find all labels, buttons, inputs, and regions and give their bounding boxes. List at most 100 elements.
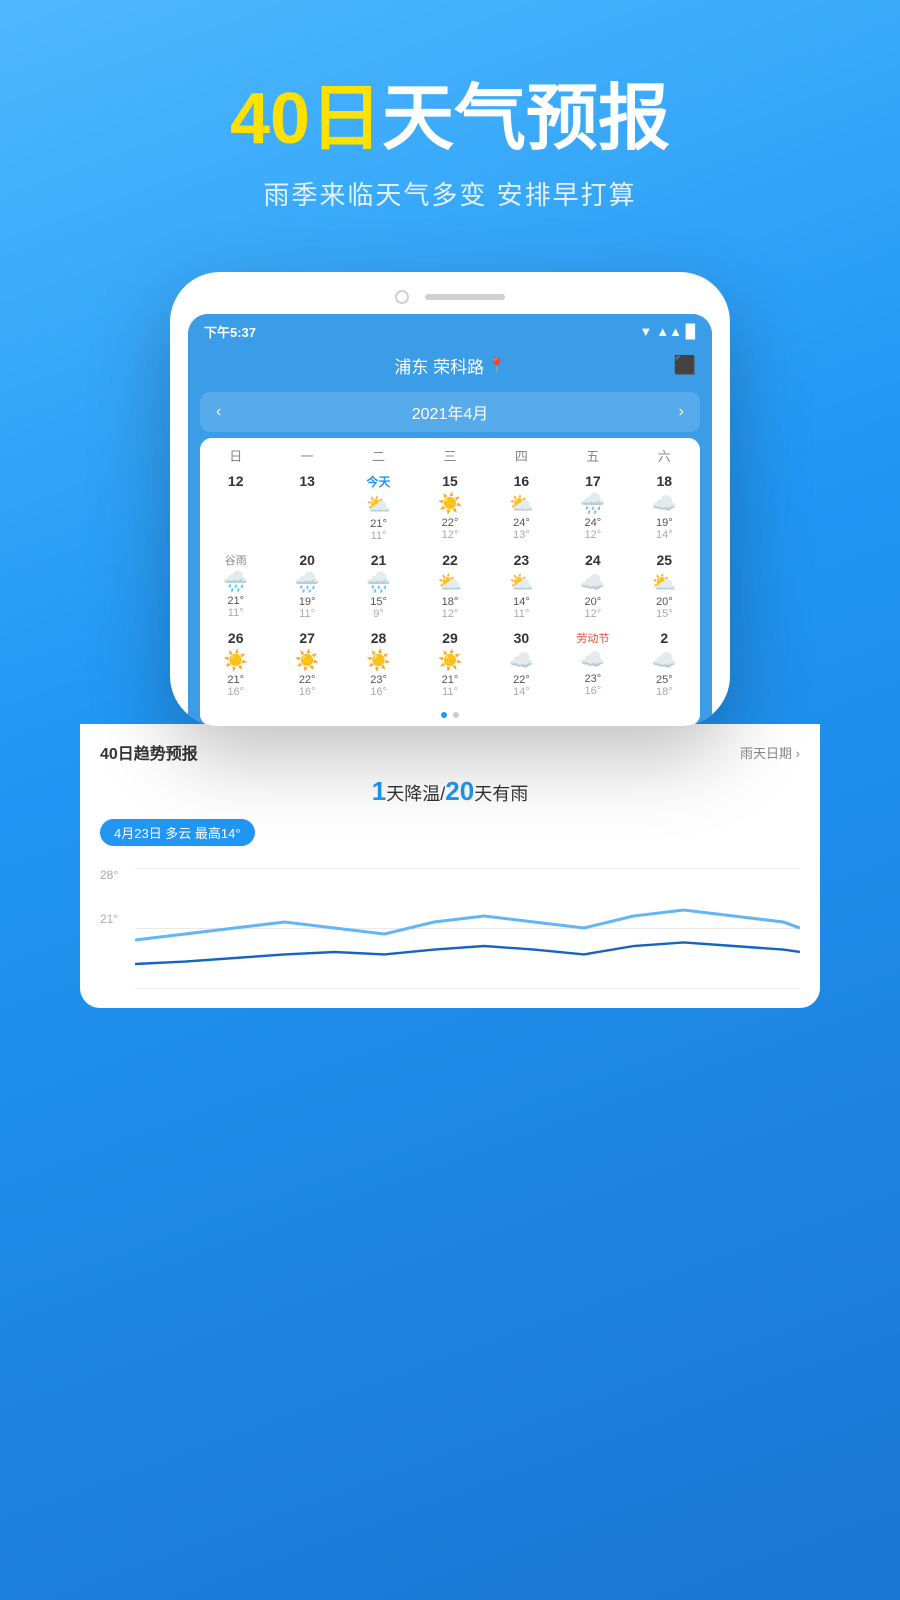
status-time: 下午5:37 [204, 322, 256, 341]
chart-label-low: 21° [100, 912, 118, 926]
month-label: 2021年4月 [412, 400, 489, 424]
weekday-wed: 三 [414, 446, 485, 465]
hero-section: 40日天气预报 雨季来临天气多变 安排早打算 [0, 0, 900, 252]
dot-1 [441, 712, 447, 718]
summary-text-1: 天降温/ [386, 784, 445, 804]
temp-high-w1c2: 15° [345, 596, 412, 608]
weather-icon-w1c0: 🌧️ [202, 569, 269, 594]
location-bar: 浦东 荣科路 📍 ⬛ [188, 345, 712, 386]
temp-high-w1c5: 20° [559, 596, 626, 608]
temp-low-w0c6: 14° [631, 529, 698, 541]
cal-cell-w2c6[interactable]: 2☁️25°18° [629, 628, 700, 702]
chart-y-labels: 28° 21° [100, 868, 118, 926]
cal-week-1: 谷雨🌧️21°11°20🌧️19°11°21🌧️15°9°22⛅18°12°23… [200, 548, 700, 626]
cal-cell-w2c2[interactable]: 28☀️23°16° [343, 628, 414, 702]
cal-cell-w2c1[interactable]: 27☀️22°16° [271, 628, 342, 702]
cal-cell-w0c2[interactable]: 今天⛅21°11° [343, 471, 414, 546]
share-icon[interactable]: ⬛ [674, 355, 696, 376]
temp-low-w0c2: 11° [345, 530, 412, 542]
weather-icon-w0c3: ☀️ [416, 491, 483, 516]
weather-icon-w1c6: ⛅ [631, 570, 698, 595]
temp-high-w1c4: 14° [488, 596, 555, 608]
cal-cell-w2c0[interactable]: 26☀️21°16° [200, 628, 271, 702]
cal-cell-w1c3[interactable]: 22⛅18°12° [414, 550, 485, 624]
weather-icon-w2c2: ☀️ [345, 648, 412, 673]
hero-title-white: 天气预报 [382, 79, 670, 159]
cal-cell-w1c5[interactable]: 24☁️20°12° [557, 550, 628, 624]
temp-high-w0c5: 24° [559, 517, 626, 529]
status-icons: ▼ ▲▲ ▉ [639, 324, 696, 340]
dot-2 [453, 712, 459, 718]
temp-low-w2c3: 11° [416, 686, 483, 698]
temp-high-w1c1: 19° [273, 596, 340, 608]
rainy-days-link[interactable]: 雨天日期 › [740, 743, 800, 762]
temp-high-w0c3: 22° [416, 517, 483, 529]
temp-high-w0c2: 21° [345, 518, 412, 530]
date-badge: 4月23日 多云 最高14° [100, 819, 255, 846]
cal-cell-w0c3[interactable]: 15☀️22°12° [414, 471, 485, 546]
cal-cell-w0c5[interactable]: 17🌧️24°12° [557, 471, 628, 546]
weather-icon-w0c5: 🌧️ [559, 491, 626, 516]
temp-low-w0c5: 12° [559, 529, 626, 541]
cal-cell-w0c1[interactable]: 13 [271, 471, 342, 546]
cal-cell-w1c0[interactable]: 谷雨🌧️21°11° [200, 550, 271, 624]
cal-cell-w1c4[interactable]: 23⛅14°11° [486, 550, 557, 624]
temp-low-w1c5: 12° [559, 608, 626, 620]
temp-low-w0c3: 12° [416, 529, 483, 541]
temp-high-w2c1: 22° [273, 674, 340, 686]
summary-big-2: 20 [445, 776, 474, 806]
forecast-title: 40日趋势预报 [100, 740, 198, 764]
weather-icon-w1c1: 🌧️ [273, 570, 340, 595]
weekday-thu: 四 [486, 446, 557, 465]
next-month-button[interactable]: › [679, 403, 684, 421]
summary-big-1: 1 [372, 776, 386, 806]
temp-high-w0c4: 24° [488, 517, 555, 529]
cal-cell-w0c6[interactable]: 18☁️19°14° [629, 471, 700, 546]
cal-cell-w1c2[interactable]: 21🌧️15°9° [343, 550, 414, 624]
weather-icon-w1c5: ☁️ [559, 570, 626, 595]
cal-cell-w1c1[interactable]: 20🌧️19°11° [271, 550, 342, 624]
temp-low-w0c4: 13° [488, 529, 555, 541]
cal-cell-w2c5[interactable]: 劳动节☁️23°16° [557, 628, 628, 702]
cal-cell-w0c4[interactable]: 16⛅24°13° [486, 471, 557, 546]
hero-title-yellow: 40日 [230, 79, 382, 159]
temp-high-w2c0: 21° [202, 674, 269, 686]
temperature-chart: 28° 21° [100, 868, 800, 988]
weather-icon-w2c3: ☀️ [416, 648, 483, 673]
weather-icon-w2c5: ☁️ [559, 647, 626, 672]
prev-month-button[interactable]: ‹ [216, 403, 221, 421]
weather-icon-w0c4: ⛅ [488, 491, 555, 516]
weather-icon-w2c0: ☀️ [202, 648, 269, 673]
signal-icon: ▲▲ [656, 324, 682, 339]
weather-icon-w2c4: ☁️ [488, 648, 555, 673]
phone-speaker [425, 294, 505, 300]
weather-icon-w1c2: 🌧️ [345, 570, 412, 595]
temp-low-w2c5: 16° [559, 685, 626, 697]
cal-cell-w1c6[interactable]: 25⛅20°15° [629, 550, 700, 624]
cal-cell-w0c0[interactable]: 12 [200, 471, 271, 546]
calendar-nav: ‹ 2021年4月 › [200, 392, 700, 432]
weekday-sun: 日 [200, 446, 271, 465]
chart-svg [135, 868, 800, 988]
cal-cell-w2c3[interactable]: 29☀️21°11° [414, 628, 485, 702]
temp-low-w2c1: 16° [273, 686, 340, 698]
weekday-sat: 六 [629, 446, 700, 465]
temp-low-w1c2: 9° [345, 608, 412, 620]
weather-icon-w0c2: ⛅ [345, 492, 412, 517]
forecast-summary: 1天降温/20天有雨 [100, 776, 800, 807]
hero-subtitle: 雨季来临天气多变 安排早打算 [0, 175, 900, 212]
location-name: 浦东 荣科路 [394, 353, 484, 378]
calendar-body: 1213今天⛅21°11°15☀️22°12°16⛅24°13°17🌧️24°1… [200, 469, 700, 704]
temp-high-w1c0: 21° [202, 595, 269, 607]
calendar-grid: 日 一 二 三 四 五 六 1213今天⛅21°11°15☀️22°12°16⛅… [200, 438, 700, 726]
hero-title: 40日天气预报 [0, 80, 900, 159]
grid-line-bot [135, 988, 800, 989]
temp-high-w1c3: 18° [416, 596, 483, 608]
temp-high-w2c2: 23° [345, 674, 412, 686]
temp-high-w2c4: 22° [488, 674, 555, 686]
cal-cell-w2c4[interactable]: 30☁️22°14° [486, 628, 557, 702]
weekday-tue: 二 [343, 446, 414, 465]
bottom-forecast: 40日趋势预报 雨天日期 › 1天降温/20天有雨 4月23日 多云 最高14°… [80, 724, 820, 1008]
phone-screen: 下午5:37 ▼ ▲▲ ▉ 浦东 荣科路 📍 ⬛ ‹ 2021年4月 › [188, 314, 712, 726]
phone-wrapper: 下午5:37 ▼ ▲▲ ▉ 浦东 荣科路 📍 ⬛ ‹ 2021年4月 › [0, 272, 900, 726]
